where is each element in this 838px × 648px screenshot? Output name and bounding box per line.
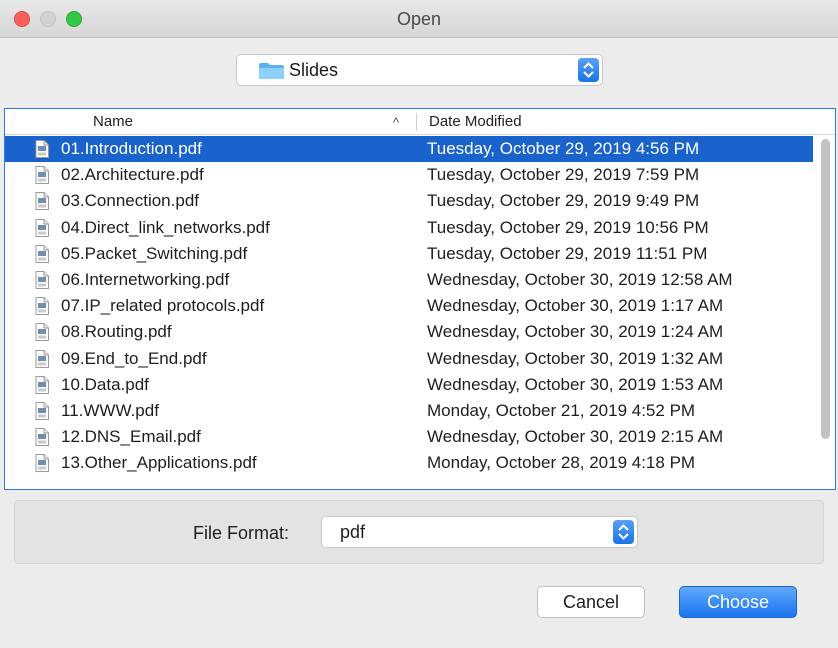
file-date-modified: Tuesday, October 29, 2019 9:49 PM xyxy=(427,191,700,211)
location-popup-arrows-icon xyxy=(578,58,599,82)
pdf-file-icon xyxy=(35,192,49,211)
vertical-scrollbar[interactable] xyxy=(821,139,830,439)
file-date-modified: Wednesday, October 30, 2019 1:24 AM xyxy=(427,322,724,342)
file-name: 08.Routing.pdf xyxy=(61,322,172,342)
pdf-file-icon xyxy=(35,270,49,289)
sort-ascending-icon: ^ xyxy=(393,115,400,130)
file-row[interactable]: 12.DNS_Email.pdf Wednesday, October 30, 2… xyxy=(5,424,835,450)
column-divider[interactable] xyxy=(416,113,417,131)
file-name: 10.Data.pdf xyxy=(61,374,149,394)
file-name: 11.WWW.pdf xyxy=(61,400,159,420)
file-date-modified: Tuesday, October 29, 2019 4:56 PM xyxy=(427,139,700,158)
file-row[interactable]: 01.Introduction.pdf Tuesday, October 29, … xyxy=(5,136,813,163)
file-name: 03.Connection.pdf xyxy=(61,191,199,211)
file-row[interactable]: 10.Data.pdf Wednesday, October 30, 2019 1… xyxy=(5,372,835,398)
file-row[interactable]: 04.Direct_link_networks.pdf Tuesday, Octo… xyxy=(5,215,835,241)
file-name: 05.Packet_Switching.pdf xyxy=(61,243,248,263)
file-date-modified: Tuesday, October 29, 2019 11:51 PM xyxy=(427,243,708,263)
choose-button[interactable]: Choose xyxy=(679,586,797,618)
file-row[interactable]: 13.Other_Applications.pdf Monday, October… xyxy=(5,450,835,476)
file-list[interactable]: Name ^ Date Modified 01.Introduction.pdf… xyxy=(4,108,836,490)
file-row[interactable]: 06.Internetworking.pdf Wednesday, October… xyxy=(5,267,835,293)
file-format-panel: File Format: pdf xyxy=(14,500,824,564)
file-row[interactable]: 08.Routing.pdf Wednesday, October 30, 201… xyxy=(5,319,835,345)
pdf-file-icon xyxy=(35,349,49,368)
file-date-modified: Wednesday, October 30, 2019 2:15 AM xyxy=(427,427,724,447)
column-header-date-modified[interactable]: Date Modified xyxy=(429,109,522,135)
file-format-label: File Format: xyxy=(193,523,290,543)
file-name: 07.IP_related protocols.pdf xyxy=(61,296,265,316)
file-row[interactable]: 02.Architecture.pdf Tuesday, October 29, … xyxy=(5,162,835,188)
folder-icon xyxy=(259,63,284,79)
pdf-file-icon xyxy=(35,375,49,394)
file-name: 04.Direct_link_networks.pdf xyxy=(61,217,270,237)
file-date-modified: Wednesday, October 30, 2019 1:53 AM xyxy=(427,374,724,394)
file-name: 12.DNS_Email.pdf xyxy=(61,427,201,447)
location-label: Slides xyxy=(289,60,339,80)
file-date-modified: Tuesday, October 29, 2019 10:56 PM xyxy=(427,217,709,237)
pdf-file-icon xyxy=(35,244,49,263)
file-date-modified: Monday, October 21, 2019 4:52 PM xyxy=(427,400,696,420)
file-name: 01.Introduction.pdf xyxy=(61,139,202,158)
file-row[interactable]: 07.IP_related protocols.pdf Wednesday, Oc… xyxy=(5,293,835,319)
file-date-modified: Wednesday, October 30, 2019 1:17 AM xyxy=(427,296,724,316)
pdf-file-icon xyxy=(35,401,49,420)
file-name: 02.Architecture.pdf xyxy=(61,165,204,185)
file-row[interactable]: 09.End_to_End.pdf Wednesday, October 30, … xyxy=(5,346,835,372)
location-popup[interactable]: Slides xyxy=(236,54,603,86)
file-row[interactable]: 11.WWW.pdf Monday, October 21, 2019 4:52 … xyxy=(5,398,835,424)
file-row[interactable]: 05.Packet_Switching.pdf Tuesday, October … xyxy=(5,241,835,267)
file-date-modified: Wednesday, October 30, 2019 1:32 AM xyxy=(427,348,724,368)
file-name: 06.Internetworking.pdf xyxy=(61,269,230,289)
file-format-popup-arrows-icon xyxy=(613,520,634,544)
file-format-value: pdf xyxy=(340,522,366,542)
title-bar: Open xyxy=(0,0,838,38)
file-date-modified: Monday, October 28, 2019 4:18 PM xyxy=(427,453,696,473)
pdf-file-icon xyxy=(35,454,49,473)
window-title: Open xyxy=(396,9,442,29)
pdf-file-icon xyxy=(35,323,49,342)
file-name: 09.End_to_End.pdf xyxy=(61,348,207,368)
pdf-file-icon xyxy=(35,218,49,237)
file-date-modified: Tuesday, October 29, 2019 7:59 PM xyxy=(427,165,700,185)
file-list-header: Name ^ Date Modified xyxy=(5,109,835,135)
file-format-popup[interactable]: pdf xyxy=(321,516,638,548)
pdf-file-icon xyxy=(35,166,49,185)
cancel-button[interactable]: Cancel xyxy=(537,586,645,618)
file-row[interactable]: 03.Connection.pdf Tuesday, October 29, 20… xyxy=(5,188,835,214)
pdf-file-icon xyxy=(35,297,49,316)
file-date-modified: Wednesday, October 30, 2019 12:58 AM xyxy=(427,269,733,289)
column-header-name[interactable]: Name xyxy=(93,109,133,135)
pdf-file-icon xyxy=(35,428,49,447)
pdf-file-icon xyxy=(35,140,49,158)
file-rows: 01.Introduction.pdf Tuesday, October 29, … xyxy=(5,136,835,476)
file-name: 13.Other_Applications.pdf xyxy=(61,453,257,473)
